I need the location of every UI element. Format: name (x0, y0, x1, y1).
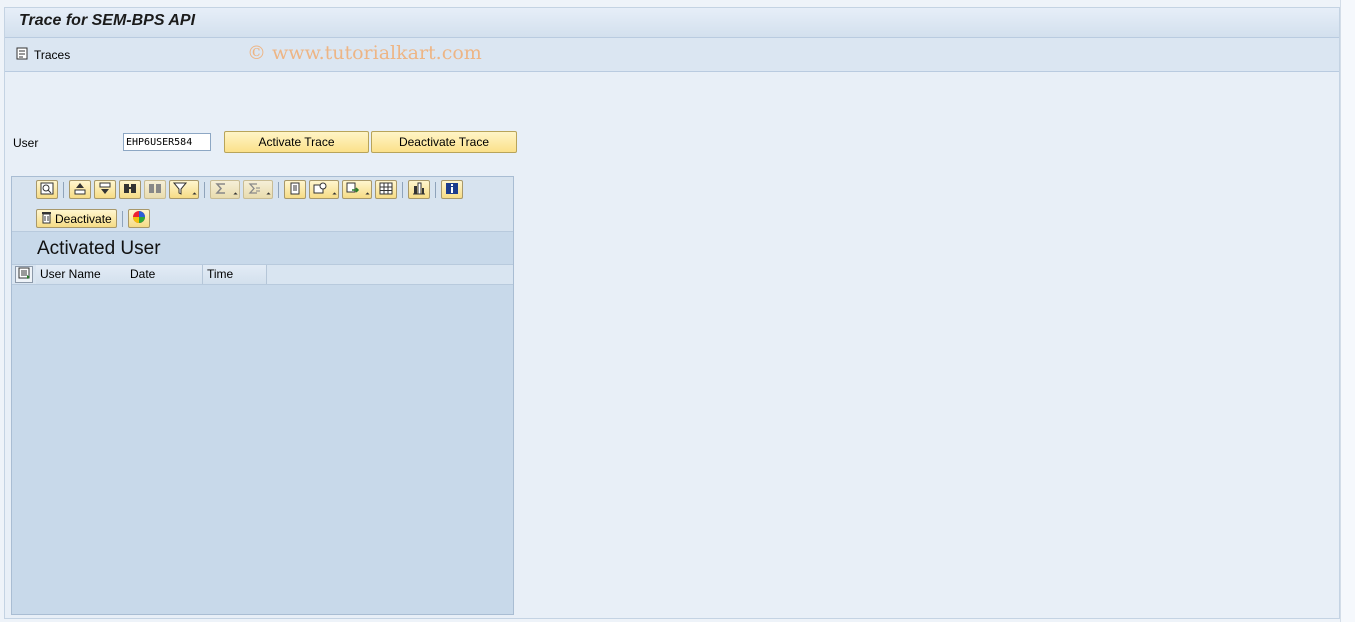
print-preview-button[interactable] (284, 180, 306, 199)
main-window: Trace for SEM-BPS API Traces © www.tutor… (4, 7, 1340, 619)
column-header-time[interactable]: Time (203, 265, 267, 284)
sort-ascending-icon (73, 182, 87, 198)
filter-button[interactable] (169, 180, 199, 199)
binoculars-next-icon (148, 182, 162, 198)
color-legend-button[interactable] (127, 209, 150, 228)
grid-icon (379, 182, 393, 198)
views-button[interactable] (309, 180, 339, 199)
alv-toolbar: Deactivate (12, 177, 513, 232)
application-toolbar: Traces © www.tutorialkart.com (5, 38, 1339, 72)
select-layout-button[interactable] (15, 266, 33, 283)
trash-icon (41, 211, 52, 227)
find-next-button[interactable] (144, 180, 166, 199)
window-title: Trace for SEM-BPS API (19, 12, 196, 29)
export-icon (346, 182, 360, 198)
deactivate-label: Deactivate (55, 211, 112, 226)
grid-header: User Name Date Time (12, 264, 513, 285)
document-icon (288, 182, 302, 198)
sort-descending-button[interactable] (94, 180, 116, 199)
details-button[interactable] (36, 180, 58, 199)
title-bar: Trace for SEM-BPS API (5, 8, 1339, 38)
column-header-user-name[interactable]: User Name (36, 265, 127, 284)
panel-title: Activated User (37, 238, 161, 259)
watermark: © www.tutorialkart.com (247, 42, 482, 64)
bar-chart-icon (412, 182, 426, 198)
scroll-icon (15, 47, 30, 64)
sort-ascending-button[interactable] (69, 180, 91, 199)
find-button[interactable] (119, 180, 141, 199)
subtotal-button[interactable] (243, 180, 273, 199)
total-button[interactable] (210, 180, 240, 199)
deactivate-button[interactable]: Deactivate (36, 209, 117, 228)
alv-panel: Deactivate Activated User User Name Date… (11, 176, 514, 615)
sigma-icon (214, 182, 228, 198)
views-icon (313, 182, 327, 198)
layout-button[interactable] (375, 180, 397, 199)
info-button[interactable] (441, 180, 463, 199)
color-wheel-icon (132, 210, 146, 227)
traces-label: Traces (34, 48, 71, 62)
user-label: User (13, 136, 39, 150)
graphic-button[interactable] (408, 180, 430, 199)
scrollbar-edge (1340, 0, 1355, 622)
column-header-date[interactable]: Date (126, 265, 203, 284)
deactivate-trace-button[interactable]: Deactivate Trace (371, 131, 517, 153)
layout-icon (18, 267, 31, 282)
sort-descending-icon (98, 182, 112, 198)
subtotal-icon (247, 182, 261, 198)
export-button[interactable] (342, 180, 372, 199)
magnifier-icon (40, 182, 54, 198)
binoculars-icon (123, 182, 137, 198)
info-icon (445, 182, 459, 198)
traces-button[interactable]: Traces (15, 46, 70, 64)
activate-trace-button[interactable]: Activate Trace (224, 131, 369, 153)
filter-icon (172, 182, 188, 198)
user-input[interactable] (123, 133, 211, 151)
